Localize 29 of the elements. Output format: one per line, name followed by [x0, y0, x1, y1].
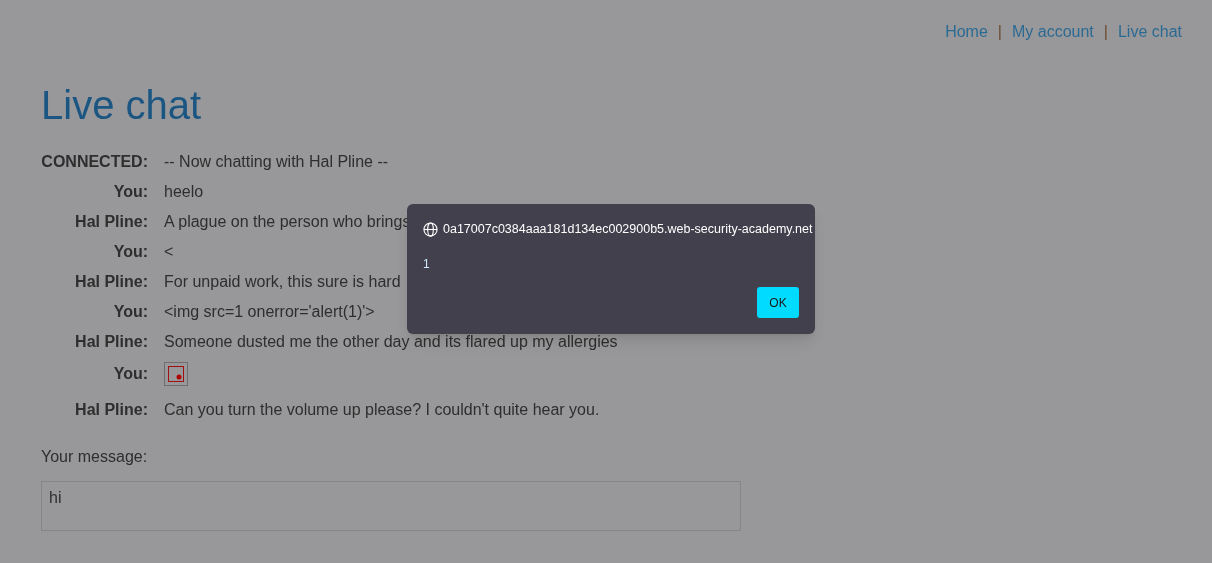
nav-link[interactable]: My account: [1012, 20, 1094, 44]
message-text: Someone dusted me the other day and its flared up my allergies: [164, 332, 618, 352]
message-text: <: [164, 242, 174, 262]
alert-origin: 0a17007c0384aaa181d134ec002900b5.web-security-academy.net: [443, 221, 813, 238]
alert-message: 1: [423, 255, 430, 273]
sender-label: You:: [112, 182, 148, 202]
nav-link[interactable]: Live chat: [1117, 20, 1182, 44]
sender-label: You:: [112, 364, 148, 384]
sender-label: Hal Pline:: [74, 332, 148, 352]
broken-image-icon: [164, 362, 188, 386]
message-text: Can you turn the volume up please? I couldn't quite hear you.: [164, 400, 600, 420]
nav-link[interactable]: Home: [945, 20, 988, 44]
message-text: For unpaid work, this sure is hard: [164, 272, 401, 292]
sender-label: Hal Pline:: [74, 272, 148, 292]
sender-label: CONNECTED:: [41, 152, 148, 172]
message-text: -- Now chatting with Hal Pline --: [164, 152, 389, 172]
sender-label: Hal Pline:: [74, 400, 148, 420]
sender-label: You:: [112, 302, 148, 322]
nav-separator: |: [997, 22, 1002, 42]
sender-label: You:: [112, 242, 148, 262]
globe-icon: [423, 221, 438, 237]
page-title: Live chat: [41, 82, 202, 129]
message-input[interactable]: hi: [41, 481, 741, 531]
message-label: Your message:: [41, 447, 148, 467]
nav-separator: |: [1103, 22, 1108, 42]
message-text: heelo: [164, 182, 204, 202]
sender-label: Hal Pline:: [74, 212, 148, 232]
ok-button[interactable]: OK: [757, 287, 799, 318]
message-text: <img src=1 onerror='alert(1)'>: [164, 302, 375, 322]
